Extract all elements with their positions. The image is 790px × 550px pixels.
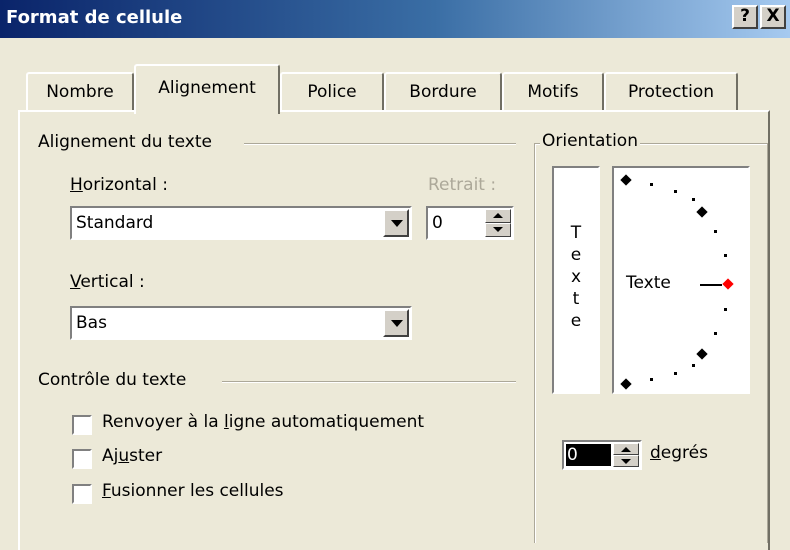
tab-label: Alignement [158,78,256,98]
tab-label: Police [307,82,357,102]
shrink-to-fit-label[interactable]: Ajuster [102,446,162,466]
merge-cells-checkbox[interactable] [72,484,92,504]
dial-handle[interactable] [722,278,734,290]
dial-dot [724,308,727,311]
dial-marker [620,174,632,186]
chevron-down-icon[interactable] [383,209,409,237]
vertical-text: T e x t e [570,223,582,331]
dial-dot [692,198,695,201]
tab-label: Nombre [46,82,114,102]
degrees-value[interactable]: 0 [566,444,611,466]
dial-dot [650,183,653,186]
wrap-text-label[interactable]: Renvoyer à la ligne automatiquement [102,412,424,432]
horizontal-select[interactable]: Standard [70,206,412,240]
spin-down-icon[interactable] [485,223,511,237]
tab-label: Protection [627,82,714,102]
orientation-group-title: Orientation [540,131,640,151]
tab-police[interactable]: Police [280,72,384,112]
tab-nombre[interactable]: Nombre [26,72,134,112]
vertical-label: Vertical : [70,272,145,292]
indent-stepper[interactable]: 0 [426,206,514,240]
dial-marker [620,378,632,390]
vertical-text-box[interactable]: T e x t e [552,166,600,394]
dial-label: Texte [626,273,671,293]
tab-motifs[interactable]: Motifs [502,72,604,112]
degrees-label: degrés [650,443,708,463]
dial-dot [714,332,717,335]
tab-alignement[interactable]: Alignement [134,64,280,114]
text-control-group-title: Contrôle du texte [38,370,187,390]
tab-label: Motifs [527,82,579,102]
wrap-text-checkbox[interactable] [72,415,92,435]
horizontal-label: Horizontal : [70,175,168,195]
dial-marker [696,348,708,360]
merge-cells-label[interactable]: Fusionner les cellules [102,481,284,501]
dial-dot [674,190,677,193]
tab-protection[interactable]: Protection [604,72,738,112]
group-divider [244,143,516,145]
vertical-value: Bas [76,313,107,333]
spin-down-icon[interactable] [613,455,639,467]
tab-label: Bordure [409,82,477,102]
close-button[interactable]: X [760,5,786,29]
vertical-select[interactable]: Bas [70,306,412,340]
dial-dot [692,364,695,367]
alignment-group-title: Alignement du texte [38,132,212,152]
shrink-to-fit-checkbox[interactable] [72,449,92,469]
dial-dot [724,254,727,257]
spin-up-icon[interactable] [613,443,639,455]
window-title: Format de cellule [6,7,183,28]
dial-dot [674,372,677,375]
dial-marker [696,206,708,218]
spin-up-icon[interactable] [485,209,511,223]
help-button[interactable]: ? [732,5,758,29]
group-divider [222,381,516,383]
orientation-dial[interactable]: Texte [612,166,750,394]
indent-label: Retrait : [428,175,497,195]
tab-bordure[interactable]: Bordure [384,72,502,112]
degrees-stepper[interactable]: 0 [562,440,642,470]
indent-value: 0 [432,213,443,233]
dial-pointer [700,284,722,286]
dial-dot [714,230,717,233]
chevron-down-icon[interactable] [383,309,409,337]
dial-dot [650,378,653,381]
horizontal-value: Standard [76,213,154,233]
